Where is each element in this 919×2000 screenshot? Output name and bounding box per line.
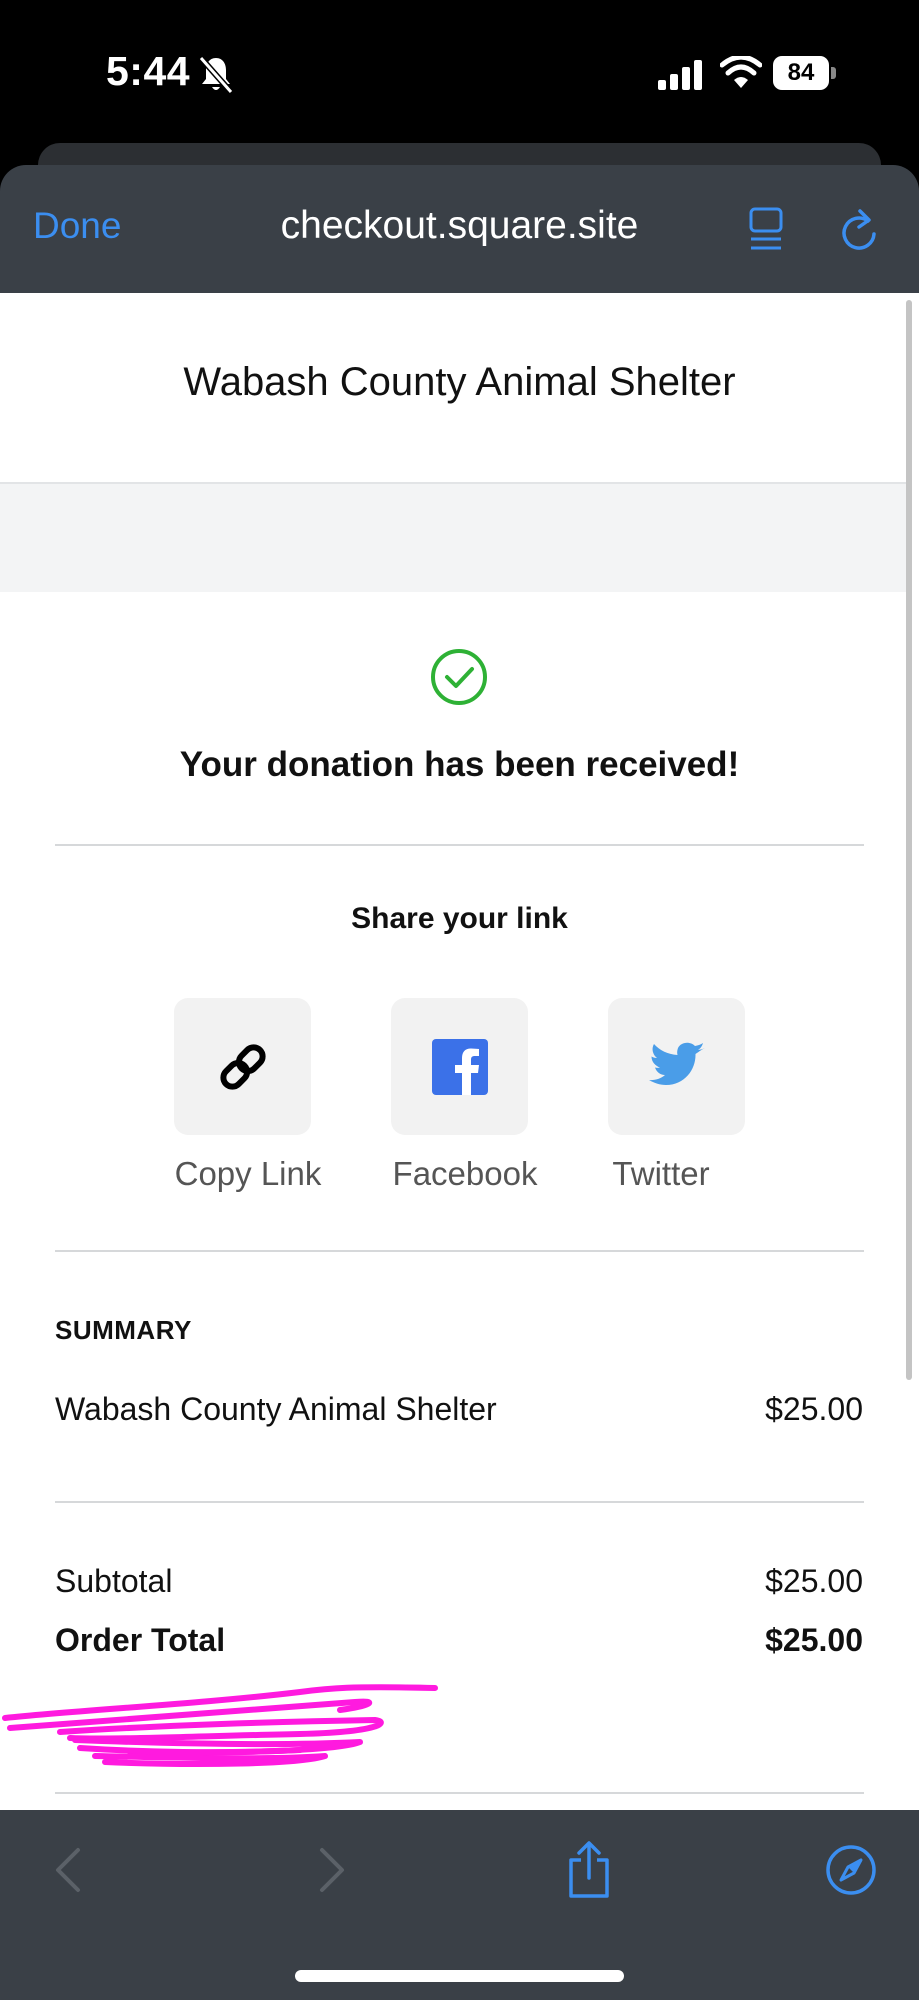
shop-title: Wabash County Animal Shelter	[183, 360, 736, 404]
divider	[55, 1250, 864, 1252]
wifi-icon	[720, 56, 762, 88]
summary-item-name: Wabash County Animal Shelter	[55, 1391, 497, 1427]
redaction-scribble	[2, 1684, 438, 1767]
facebook-share-button[interactable]	[391, 998, 528, 1135]
order-total-label: Order Total	[55, 1622, 226, 1658]
subtotal-label: Subtotal	[55, 1563, 173, 1599]
cellular-signal-icon	[658, 60, 702, 90]
safari-compass-icon[interactable]	[823, 1840, 879, 1900]
summary-item-price: $25.00	[765, 1391, 863, 1427]
reader-mode-icon[interactable]	[748, 206, 784, 252]
header-band	[0, 484, 906, 592]
copy-link-label: Copy Link	[174, 1155, 322, 1192]
battery-icon: 84	[773, 56, 837, 92]
divider	[55, 1792, 864, 1794]
facebook-icon	[431, 1038, 488, 1095]
twitter-icon	[648, 1042, 705, 1085]
divider	[55, 1501, 864, 1503]
twitter-share-button[interactable]	[608, 998, 745, 1135]
summary-heading: SUMMARY	[55, 1315, 192, 1345]
share-title: Share your link	[351, 902, 568, 935]
scrollbar[interactable]	[906, 300, 912, 1380]
share-icon[interactable]	[561, 1840, 617, 1900]
twitter-label: Twitter	[612, 1155, 710, 1192]
link-icon	[219, 1043, 266, 1090]
forward-arrow-icon[interactable]	[304, 1840, 360, 1900]
divider	[55, 844, 864, 846]
copy-link-button[interactable]	[174, 998, 311, 1135]
silent-mode-icon	[198, 56, 234, 94]
status-time: 5:44	[106, 48, 191, 94]
checkmark-circle-icon	[431, 649, 487, 705]
reload-icon[interactable]	[838, 206, 880, 252]
back-arrow-icon[interactable]	[40, 1840, 96, 1900]
battery-level: 84	[773, 56, 829, 90]
home-indicator[interactable]	[295, 1970, 624, 1982]
order-total-value: $25.00	[765, 1622, 863, 1658]
facebook-label: Facebook	[392, 1155, 538, 1192]
confirmation-message: Your donation has been received!	[179, 745, 740, 784]
subtotal-value: $25.00	[765, 1563, 863, 1599]
